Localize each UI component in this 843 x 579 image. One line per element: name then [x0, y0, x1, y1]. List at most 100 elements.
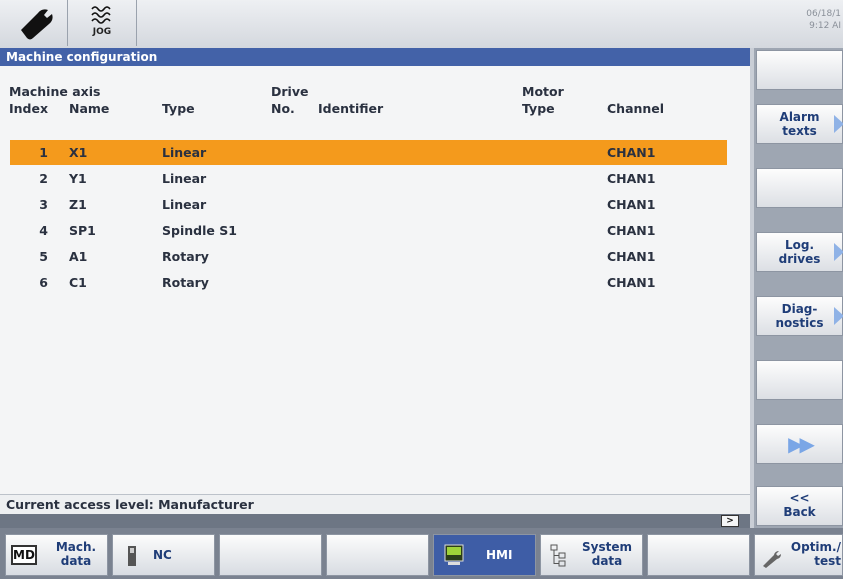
- log-line1: Log.: [784, 238, 815, 252]
- mach-line1: Mach.: [55, 540, 97, 554]
- row-index: 5: [39, 249, 48, 264]
- row-name: A1: [69, 249, 88, 264]
- header-index: Index: [9, 101, 49, 116]
- table-row[interactable]: 2 Y1 Linear CHAN1: [10, 166, 727, 191]
- row-channel: CHAN1: [607, 145, 656, 160]
- forward-button[interactable]: ▶▶: [756, 424, 843, 464]
- softkey-arrow-icon: [834, 243, 843, 261]
- time-text: 9:12 AI: [809, 21, 841, 31]
- row-name: Z1: [69, 197, 87, 212]
- row-type: Spindle S1: [162, 223, 237, 238]
- jog-wave-icon: [91, 6, 111, 24]
- header-machine-axis: Machine axis: [9, 84, 101, 99]
- wrench-icon: [21, 9, 53, 40]
- log-drives-button[interactable]: Log. drives: [756, 232, 843, 272]
- mach-data-label: Mach. data: [46, 540, 106, 568]
- hmi-button[interactable]: HMI: [433, 534, 536, 576]
- row-name: C1: [69, 275, 87, 290]
- jog-mode-label: JOG: [92, 27, 112, 37]
- table-row[interactable]: 5 A1 Rotary CHAN1: [10, 244, 727, 269]
- header-type: Type: [162, 101, 195, 116]
- vertical-softkey-bar: Alarm texts Log. drives Diag-nostics ▶▶ <<…: [754, 48, 843, 528]
- diag-line2: nostics: [775, 316, 824, 330]
- system-data-button[interactable]: System data: [540, 534, 643, 576]
- window-title: Machine configuration: [0, 48, 750, 66]
- optim-test-button[interactable]: Optim./test: [754, 534, 843, 576]
- row-channel: CHAN1: [607, 223, 656, 238]
- optim-tool-icon: [763, 551, 781, 568]
- row-type: Rotary: [162, 249, 209, 264]
- row-name: Y1: [69, 171, 87, 186]
- system-line2: data: [591, 554, 623, 568]
- softkey-h4-empty[interactable]: [326, 534, 429, 576]
- softkey-h7-empty[interactable]: [647, 534, 750, 576]
- table-row[interactable]: 4 SP1 Spindle S1 CHAN1: [10, 218, 727, 243]
- row-type: Linear: [162, 197, 207, 212]
- md-icon: MD: [11, 545, 37, 565]
- softkey-v1-empty[interactable]: [756, 50, 843, 90]
- table-row[interactable]: 6 C1 Rotary CHAN1: [10, 270, 727, 295]
- row-index: 1: [39, 145, 48, 160]
- softkey-v6-empty[interactable]: [756, 360, 843, 400]
- alarm-line2: texts: [782, 124, 817, 138]
- optim-test-label: Optim./test: [785, 540, 843, 568]
- header-drive: Drive: [271, 84, 309, 99]
- row-channel: CHAN1: [607, 197, 656, 212]
- system-tree-icon: [550, 544, 566, 567]
- softkey-arrow-icon: [834, 307, 843, 325]
- row-channel: CHAN1: [607, 275, 656, 290]
- row-channel: CHAN1: [607, 171, 656, 186]
- row-name: X1: [69, 145, 88, 160]
- horizontal-softkey-bar: MD Mach. data NC HMI System data Optim./te…: [0, 528, 843, 579]
- forward-arrow-icon: ▶▶: [788, 432, 815, 456]
- machine-axis-table: Machine axis Drive Motor Index Name Type…: [0, 66, 750, 494]
- softkey-v3-empty[interactable]: [756, 168, 843, 208]
- hmi-screen-icon: [444, 544, 464, 565]
- mach-line2: data: [60, 554, 92, 568]
- row-channel: CHAN1: [607, 249, 656, 264]
- header-drive-no: No.: [271, 101, 295, 116]
- machine-data-button[interactable]: MD Mach. data: [5, 534, 108, 576]
- header-identifier: Identifier: [318, 101, 384, 116]
- diag-line1: Diag-: [781, 302, 818, 316]
- jog-mode-cell[interactable]: JOG: [68, 0, 137, 46]
- table-header: Machine axis Drive Motor Index Name Type…: [0, 84, 750, 124]
- date-text: 06/18/1: [806, 9, 841, 19]
- datetime-display: 06/18/1 9:12 AI: [781, 8, 841, 32]
- row-index: 2: [39, 171, 48, 186]
- header-motor: Motor: [522, 84, 564, 99]
- scroll-right-button[interactable]: >: [721, 515, 739, 527]
- header-channel: Channel: [607, 101, 665, 116]
- alarm-texts-button[interactable]: Alarm texts: [756, 104, 843, 144]
- drive-icon: [128, 546, 136, 566]
- header-name: Name: [69, 101, 110, 116]
- row-name: SP1: [69, 223, 96, 238]
- header-motor-type: Type: [522, 101, 555, 116]
- back-label: Back: [783, 505, 816, 519]
- back-arrow-icon: <<: [789, 491, 810, 505]
- row-index: 6: [39, 275, 48, 290]
- row-type: Linear: [162, 145, 207, 160]
- horizontal-scrollbar[interactable]: >: [0, 514, 750, 528]
- system-line1: System: [582, 540, 632, 554]
- access-level-status: Current access level: Manufacturer: [0, 494, 750, 514]
- row-type: Linear: [162, 171, 207, 186]
- row-type: Rotary: [162, 275, 209, 290]
- row-index: 3: [39, 197, 48, 212]
- nc-button[interactable]: NC: [112, 534, 215, 576]
- system-data-label: System data: [577, 540, 637, 568]
- softkey-arrow-icon: [834, 115, 843, 133]
- table-row[interactable]: 1 X1 Linear CHAN1: [10, 140, 727, 165]
- optim-line2: test: [814, 554, 841, 568]
- diagnostics-button[interactable]: Diag-nostics: [756, 296, 843, 336]
- top-status-bar: JOG 06/18/1 9:12 AI: [0, 0, 843, 48]
- softkey-h3-empty[interactable]: [219, 534, 322, 576]
- back-button[interactable]: << Back: [756, 486, 843, 526]
- table-body: 1 X1 Linear CHAN1 2 Y1 Linear CHAN1 3 Z1…: [10, 140, 727, 296]
- wrench-cell[interactable]: [6, 0, 68, 46]
- optim-line1: Optim./: [790, 540, 841, 554]
- row-index: 4: [39, 223, 48, 238]
- nc-label: NC: [153, 548, 172, 562]
- table-row[interactable]: 3 Z1 Linear CHAN1: [10, 192, 727, 217]
- alarm-line1: Alarm: [779, 110, 820, 124]
